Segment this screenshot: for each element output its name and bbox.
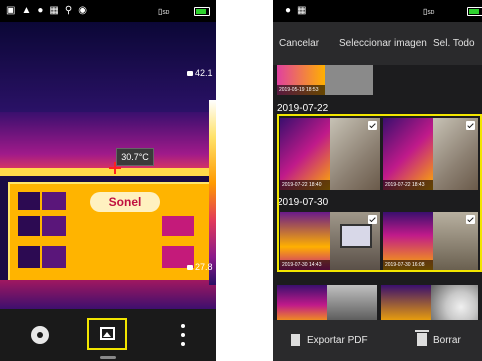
date-header: 2019-07-22 — [277, 103, 329, 114]
status-bar: ▣ ▲ ● ▦ ⚲ ◉ ▯SD — [0, 0, 216, 22]
battery-icon — [194, 7, 210, 16]
max-temp-value: 42.1 — [195, 68, 213, 78]
bottom-toolbar — [0, 309, 216, 361]
thermal-region — [0, 22, 216, 112]
selection-header: Cancelar Seleccionar imagen Sel. Todo — [273, 22, 482, 65]
gear-icon[interactable] — [31, 326, 49, 344]
image-thumbnail[interactable]: 2019-05-19 18:53 — [277, 65, 325, 95]
status-bar: ● ▦ ▯SD — [273, 0, 482, 22]
image-thumbnail[interactable] — [325, 65, 373, 95]
lock-icon[interactable] — [187, 71, 193, 76]
image-thumbnail[interactable] — [381, 285, 431, 320]
bulb-icon[interactable]: ● — [285, 6, 291, 16]
camera-icon[interactable]: ▣ — [6, 6, 15, 16]
battery-icon — [467, 7, 482, 16]
thermal-region — [18, 192, 40, 210]
home-indicator — [100, 356, 116, 359]
target-icon[interactable]: ◉ — [78, 6, 87, 16]
spot-temp-readout: 30.7°C — [116, 148, 154, 166]
trash-icon — [415, 330, 429, 346]
temperature-scale-bar — [209, 100, 216, 285]
gallery-screen: ● ▦ ▯SD Cancelar Seleccionar imagen Sel.… — [273, 0, 482, 361]
delete-button[interactable]: Borrar — [433, 320, 461, 361]
battery-level — [469, 9, 479, 14]
thermal-image[interactable]: Sonel 42.1 27.8 30.7°C — [0, 22, 216, 309]
sd-card-icon: ▯SD — [423, 7, 435, 16]
select-image-title: Seleccionar imagen — [339, 38, 427, 49]
thermal-region — [18, 216, 40, 236]
thermal-region — [0, 112, 216, 172]
zoom-icon[interactable]: ⚲ — [65, 6, 72, 16]
thermal-camera-screen: ▣ ▲ ● ▦ ⚲ ◉ ▯SD Sonel 42.1 27.8 30.7°C — [0, 0, 216, 361]
grid-icon[interactable]: ▦ — [297, 6, 306, 16]
crosshair-icon — [109, 162, 121, 174]
image-thumbnail[interactable] — [277, 285, 327, 320]
image-icon — [100, 327, 115, 340]
grid-icon[interactable]: ▦ — [49, 6, 58, 16]
image-grid: 2019-05-19 18:53 2019-07-22 2019-07-22 1… — [273, 65, 482, 320]
sd-card-icon: ▯SD — [158, 7, 170, 16]
thermal-region — [42, 192, 66, 210]
min-temp-value: 27.8 — [195, 262, 213, 272]
thermal-region — [18, 246, 40, 268]
sd-label: SD — [162, 10, 170, 16]
cancel-button[interactable]: Cancelar — [279, 22, 319, 65]
thermal-region — [42, 246, 66, 268]
gallery-button[interactable] — [87, 318, 127, 350]
export-pdf-button[interactable]: Exportar PDF — [307, 320, 368, 361]
battery-level — [196, 9, 206, 14]
thermal-region — [42, 216, 66, 236]
thumbnail-caption: 2019-05-19 18:53 — [277, 85, 325, 95]
image-thumbnail[interactable] — [327, 285, 377, 320]
sonel-logo: Sonel — [90, 192, 160, 212]
thermal-region — [162, 216, 194, 236]
select-all-button[interactable]: Sel. Todo — [433, 22, 475, 65]
more-options-icon[interactable] — [181, 324, 185, 346]
thermal-region — [0, 168, 216, 176]
pdf-icon — [291, 334, 300, 346]
photo-mode-icon[interactable]: ▲ — [21, 6, 31, 16]
selection-frame — [277, 114, 482, 272]
thermal-region — [0, 280, 216, 309]
sd-label: SD — [427, 10, 435, 16]
bulb-icon[interactable]: ● — [37, 6, 43, 16]
lock-icon[interactable] — [187, 265, 193, 270]
min-temp-label: 27.8 — [187, 262, 213, 272]
max-temp-label: 42.1 — [187, 68, 213, 78]
image-thumbnail[interactable] — [431, 285, 478, 320]
action-footer: Exportar PDF Borrar — [273, 320, 482, 361]
